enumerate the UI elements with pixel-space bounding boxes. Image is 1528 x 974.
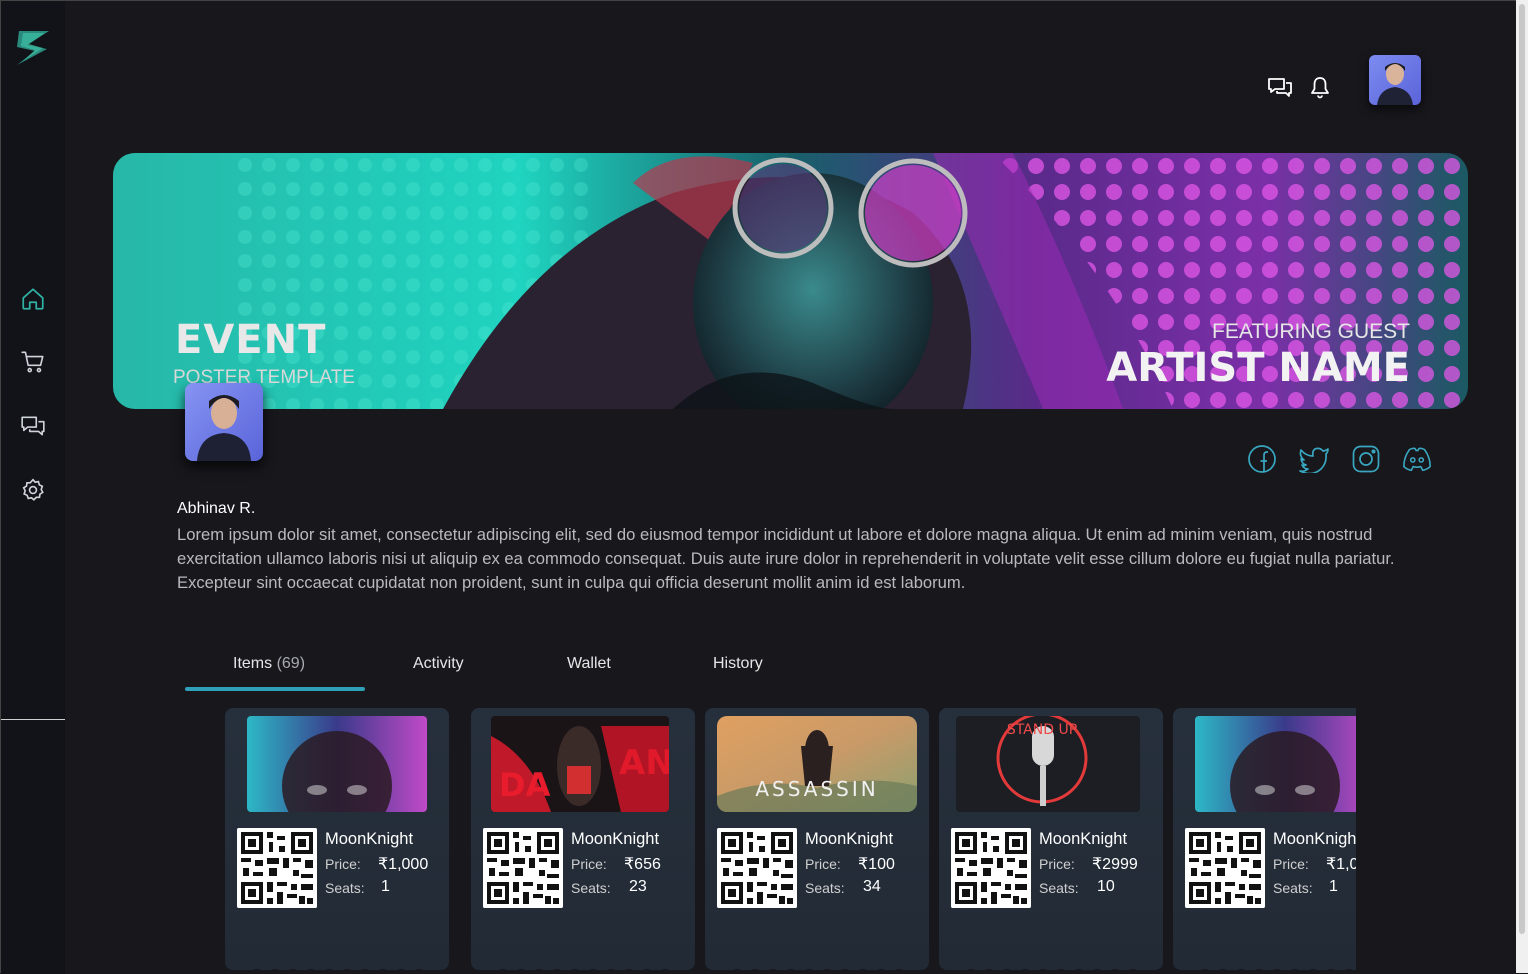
- item-title: MoonKnight: [805, 830, 894, 848]
- item-poster: ASSASSIN: [717, 716, 917, 812]
- tab-bar: Items (69) Activity Wallet History: [185, 651, 825, 693]
- tab-activity[interactable]: Activity: [413, 655, 464, 673]
- instagram-icon: [1352, 445, 1380, 473]
- ticket-perforation: [1201, 969, 1353, 970]
- svg-text:STAND UP: STAND UP: [1007, 722, 1077, 738]
- item-price: ₹100: [858, 856, 895, 873]
- ticket-perforation: [733, 969, 903, 970]
- item-seats: 1: [1329, 878, 1338, 895]
- discord-icon: [1403, 447, 1431, 472]
- item-card[interactable]: AN DA MoonKnight Price: ₹656 Seats: 23: [471, 708, 695, 970]
- nav-home[interactable]: [19, 285, 47, 313]
- seats-label: Seats:: [1039, 880, 1079, 896]
- item-title: MoonKnight: [325, 830, 414, 848]
- page-scrollbar[interactable]: [1516, 0, 1528, 973]
- tab-items-label: Items: [233, 655, 273, 672]
- active-tab-indicator: [185, 687, 365, 691]
- seats-label: Seats:: [571, 880, 611, 896]
- facebook-link[interactable]: [1246, 443, 1278, 475]
- twitter-icon: [1299, 447, 1329, 473]
- item-card[interactable]: MoonKnight Price: ₹1,000 Seats: 1: [1173, 708, 1356, 970]
- qr-code: [483, 828, 563, 908]
- ticket-perforation: [967, 969, 1137, 970]
- seats-label: Seats:: [1273, 880, 1313, 896]
- nav-messages[interactable]: [19, 412, 47, 440]
- banner-featuring: FEATURING GUEST: [1212, 320, 1410, 343]
- items-list: MoonKnight Price: ₹1,000 Seats: 1 AN DA: [225, 708, 1356, 974]
- item-price: ₹1,000: [1326, 856, 1356, 873]
- price-label: Price:: [1039, 856, 1075, 872]
- qr-code: [717, 828, 797, 908]
- tab-history[interactable]: History: [713, 655, 763, 673]
- tab-items-count: (69): [276, 655, 306, 672]
- twitter-link[interactable]: [1298, 443, 1330, 475]
- svg-text:ASSASSIN: ASSASSIN: [755, 777, 878, 801]
- svg-text:AN: AN: [619, 743, 669, 783]
- event-banner: EVENT POSTER TEMPLATE FEATURING GUEST AR…: [113, 153, 1468, 409]
- item-price: ₹656: [624, 856, 661, 873]
- sidebar-divider: [1, 719, 65, 720]
- banner-title: EVENT: [175, 317, 327, 363]
- nav-settings[interactable]: [19, 476, 47, 504]
- item-seats: 23: [629, 878, 647, 895]
- item-price: ₹1,000: [378, 856, 429, 873]
- item-poster: AN DA: [491, 716, 669, 812]
- price-label: Price:: [571, 856, 607, 872]
- home-icon: [22, 288, 44, 310]
- ticket-perforation: [253, 969, 423, 970]
- qr-code: [237, 828, 317, 908]
- settings-icon: [22, 478, 44, 501]
- scrollbar-thumb[interactable]: [1519, 4, 1525, 934]
- item-seats: 34: [863, 878, 881, 895]
- qr-code: [951, 828, 1031, 908]
- profile-avatar[interactable]: [185, 383, 263, 461]
- item-poster: [1195, 716, 1356, 812]
- instagram-link[interactable]: [1350, 443, 1382, 475]
- tab-items[interactable]: Items (69): [233, 655, 305, 673]
- tab-wallet[interactable]: Wallet: [567, 655, 611, 673]
- banner-artist: ARTIST NAME: [1106, 345, 1410, 391]
- profile-bio: Lorem ipsum dolor sit amet, consectetur …: [177, 525, 1395, 592]
- user-avatar[interactable]: [1369, 55, 1421, 105]
- price-label: Price:: [325, 856, 361, 872]
- item-seats: 1: [381, 878, 390, 895]
- ticket-perforation: [499, 969, 669, 970]
- item-poster: STAND UP: [956, 716, 1140, 812]
- item-card[interactable]: ASSASSIN MoonKnight Price: ₹100 Seats: 3…: [705, 708, 929, 970]
- item-price: ₹2999: [1092, 856, 1138, 873]
- nav-cart[interactable]: [19, 348, 47, 376]
- price-label: Price:: [805, 856, 841, 872]
- notifications-button[interactable]: [1306, 73, 1334, 101]
- item-title: MoonKnight: [571, 830, 660, 848]
- item-seats: 10: [1097, 878, 1115, 895]
- item-card[interactable]: MoonKnight Price: ₹1,000 Seats: 1: [225, 708, 449, 970]
- chat-icon: [1268, 78, 1292, 97]
- qr-code: [1185, 828, 1265, 908]
- seats-label: Seats:: [805, 880, 845, 896]
- item-card[interactable]: STAND UP MoonKnight Price: ₹2999 Seats: …: [939, 708, 1163, 970]
- item-poster: [247, 716, 427, 812]
- svg-text:DA: DA: [499, 766, 551, 804]
- bell-icon: [1311, 77, 1329, 99]
- discord-link[interactable]: [1401, 443, 1433, 475]
- seats-label: Seats:: [325, 880, 365, 896]
- facebook-icon: [1248, 445, 1276, 473]
- logo[interactable]: [13, 27, 53, 67]
- chat-icon: [21, 416, 45, 436]
- cart-icon: [21, 351, 44, 373]
- item-title: MoonKnight: [1273, 830, 1356, 848]
- messages-button[interactable]: [1266, 73, 1294, 101]
- sidebar: [1, 1, 65, 974]
- app-window: EVENT POSTER TEMPLATE FEATURING GUEST AR…: [0, 0, 1516, 974]
- price-label: Price:: [1273, 856, 1309, 872]
- item-title: MoonKnight: [1039, 830, 1128, 848]
- profile-name: Abhinav R.: [177, 500, 256, 517]
